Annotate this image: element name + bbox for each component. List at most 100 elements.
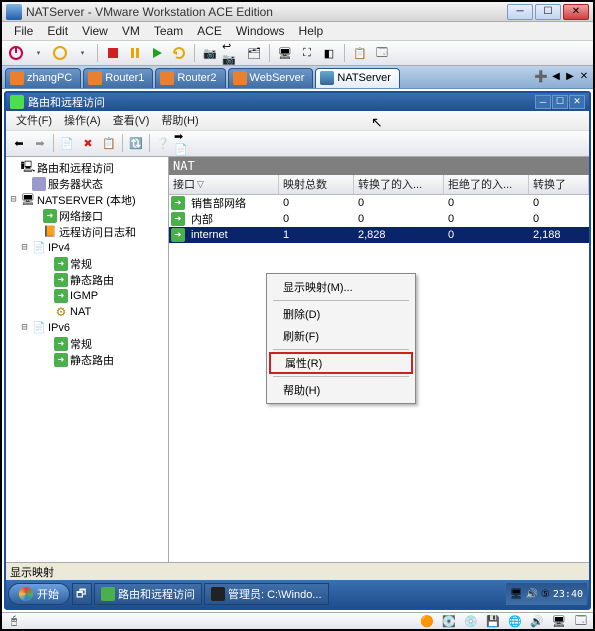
tree-remote-log[interactable]: 远程访问日志和 bbox=[8, 224, 166, 240]
tab-router1[interactable]: Router1 bbox=[83, 68, 153, 88]
col-rejected[interactable]: 拒绝了的入... bbox=[444, 175, 529, 194]
help-icon[interactable]: ❔ bbox=[153, 133, 173, 153]
tray-orange-icon[interactable]: 🟠 bbox=[419, 614, 435, 628]
suspend-dropdown[interactable] bbox=[72, 43, 92, 63]
start-button[interactable]: 开始 bbox=[8, 583, 70, 605]
clock[interactable]: 23:40 bbox=[553, 589, 583, 600]
col-total[interactable]: 映射总数 bbox=[279, 175, 354, 194]
floppy-icon[interactable]: 💾 bbox=[485, 614, 501, 628]
tray-icon[interactable]: 🔊 bbox=[525, 589, 537, 600]
tree-label: 常规 bbox=[70, 256, 92, 272]
menu-view[interactable]: View bbox=[76, 22, 114, 40]
cell: 2,188 bbox=[529, 229, 589, 241]
menu-ace[interactable]: ACE bbox=[191, 22, 228, 40]
tray-icon[interactable]: 🖥 bbox=[510, 589, 523, 600]
tree-ipv4-nat[interactable]: NAT bbox=[8, 304, 166, 320]
inner-menu-help[interactable]: 帮助(H) bbox=[155, 112, 204, 128]
ctx-delete[interactable]: 删除(D) bbox=[269, 303, 413, 325]
tree-ipv6-general[interactable]: 常规 bbox=[8, 336, 166, 352]
menu-help[interactable]: Help bbox=[293, 22, 330, 40]
snapshot-manager-icon[interactable]: 🗂 bbox=[244, 43, 264, 63]
inner-menu-action[interactable]: 操作(A) bbox=[58, 112, 107, 128]
tree-ipv4-igmp[interactable]: IGMP bbox=[8, 288, 166, 304]
ctx-refresh[interactable]: 刷新(F) bbox=[269, 325, 413, 347]
fullscreen-icon[interactable]: ⛶ bbox=[297, 43, 317, 63]
maximize-button[interactable]: ☐ bbox=[535, 4, 561, 20]
show-desktop-icon[interactable]: 🖥 bbox=[275, 43, 295, 63]
inner-menu-file[interactable]: 文件(F) bbox=[10, 112, 58, 128]
console-icon[interactable]: 🗔 bbox=[372, 43, 392, 63]
ctx-help[interactable]: 帮助(H) bbox=[269, 379, 413, 401]
rras-icon bbox=[101, 587, 115, 601]
table-row[interactable]: 销售部网络 0 0 0 0 bbox=[169, 195, 589, 211]
ctx-properties[interactable]: 属性(R) bbox=[269, 352, 413, 374]
tree-nics[interactable]: 网络接口 bbox=[8, 208, 166, 224]
summary-icon[interactable]: 📋 bbox=[350, 43, 370, 63]
tab-router2[interactable]: Router2 bbox=[155, 68, 225, 88]
tree-ipv4-static[interactable]: 静态路由 bbox=[8, 272, 166, 288]
sound-icon[interactable]: 🔊 bbox=[529, 614, 545, 628]
nav-tree[interactable]: 🖳路由和远程访问 服务器状态 ⊟🖥NATSERVER (本地) 网络接口 远程访… bbox=[6, 157, 169, 563]
taskbar-rras[interactable]: 路由和远程访问 bbox=[94, 583, 202, 605]
menu-team[interactable]: Team bbox=[148, 22, 189, 40]
menu-vm[interactable]: VM bbox=[116, 22, 146, 40]
pause-icon[interactable] bbox=[125, 43, 145, 63]
input-grab-icon[interactable]: 🖰 bbox=[6, 614, 22, 628]
new-tab-icon[interactable]: ➕ bbox=[533, 69, 549, 85]
tree-root[interactable]: 🖳路由和远程访问 bbox=[8, 160, 166, 176]
hdd-icon[interactable]: 💽 bbox=[441, 614, 457, 628]
reset-icon[interactable] bbox=[169, 43, 189, 63]
col-trans[interactable]: 转换了 bbox=[529, 175, 589, 194]
export-icon[interactable]: ➡📄 bbox=[174, 133, 194, 153]
system-tray[interactable]: 🖥 🔊 ⑤ 23:40 bbox=[506, 583, 587, 605]
quick-launch[interactable]: 🗗 bbox=[72, 583, 92, 605]
up-icon[interactable]: 📄 bbox=[57, 133, 77, 153]
tab-next[interactable]: ▶ bbox=[563, 70, 577, 84]
refresh-icon[interactable]: 🔃 bbox=[126, 133, 146, 153]
tray-text[interactable]: ⑤ bbox=[541, 589, 550, 600]
taskbar-cmd[interactable]: 管理员: C:\Windo... bbox=[204, 583, 329, 605]
col-interface[interactable]: 接口 bbox=[169, 175, 279, 194]
inner-minimize[interactable]: ─ bbox=[535, 95, 551, 109]
tree-ipv6-static[interactable]: 静态路由 bbox=[8, 352, 166, 368]
tab-webserver[interactable]: WebServer bbox=[228, 68, 314, 88]
power-dropdown[interactable] bbox=[28, 43, 48, 63]
tab-natserver[interactable]: NATServer bbox=[315, 68, 400, 88]
col-trans-in[interactable]: 转换了的入... bbox=[354, 175, 444, 194]
revert-icon[interactable]: ↩📷 bbox=[222, 43, 242, 63]
stop-icon[interactable] bbox=[103, 43, 123, 63]
tree-ipv4[interactable]: ⊟IPv4 bbox=[8, 240, 166, 256]
close-button[interactable]: ✕ bbox=[563, 4, 589, 20]
table-row[interactable]: 内部 0 0 0 0 bbox=[169, 211, 589, 227]
delete-icon[interactable]: ✖ bbox=[78, 133, 98, 153]
inner-close[interactable]: ✕ bbox=[569, 95, 585, 109]
tab-zhangpc[interactable]: zhangPC bbox=[5, 68, 81, 88]
inner-maximize[interactable]: ☐ bbox=[552, 95, 568, 109]
menu-edit[interactable]: Edit bbox=[41, 22, 74, 40]
tree-ipv6[interactable]: ⊟IPv6 bbox=[8, 320, 166, 336]
menu-file[interactable]: File bbox=[8, 22, 39, 40]
back-icon[interactable]: ⬅ bbox=[9, 133, 29, 153]
ctx-show-map[interactable]: 显示映射(M)... bbox=[269, 276, 413, 298]
power-off-icon[interactable] bbox=[6, 43, 26, 63]
tab-close[interactable]: ✕ bbox=[577, 70, 591, 84]
network-icon[interactable]: 🌐 bbox=[507, 614, 523, 628]
tab-prev[interactable]: ◀ bbox=[549, 70, 563, 84]
tree-server[interactable]: ⊟🖥NATSERVER (本地) bbox=[8, 192, 166, 208]
suspend-icon[interactable] bbox=[50, 43, 70, 63]
play-icon[interactable] bbox=[147, 43, 167, 63]
unity-icon[interactable]: ◧ bbox=[319, 43, 339, 63]
table-row-selected[interactable]: internet 1 2,828 0 2,188 bbox=[169, 227, 589, 243]
cd-icon[interactable]: 💿 bbox=[463, 614, 479, 628]
snapshot-icon[interactable]: 📷 bbox=[200, 43, 220, 63]
minimize-button[interactable]: ─ bbox=[507, 4, 533, 20]
display-icon[interactable]: 🗔 bbox=[573, 614, 589, 628]
tree-status[interactable]: 服务器状态 bbox=[8, 176, 166, 192]
forward-icon[interactable]: ➡ bbox=[30, 133, 50, 153]
menu-windows[interactable]: Windows bbox=[230, 22, 291, 40]
inner-menu-view[interactable]: 查看(V) bbox=[107, 112, 156, 128]
tree-ipv4-general[interactable]: 常规 bbox=[8, 256, 166, 272]
nic-icon bbox=[171, 212, 185, 226]
properties-icon[interactable]: 📋 bbox=[99, 133, 119, 153]
usb-icon[interactable]: 🖥 bbox=[551, 614, 567, 628]
